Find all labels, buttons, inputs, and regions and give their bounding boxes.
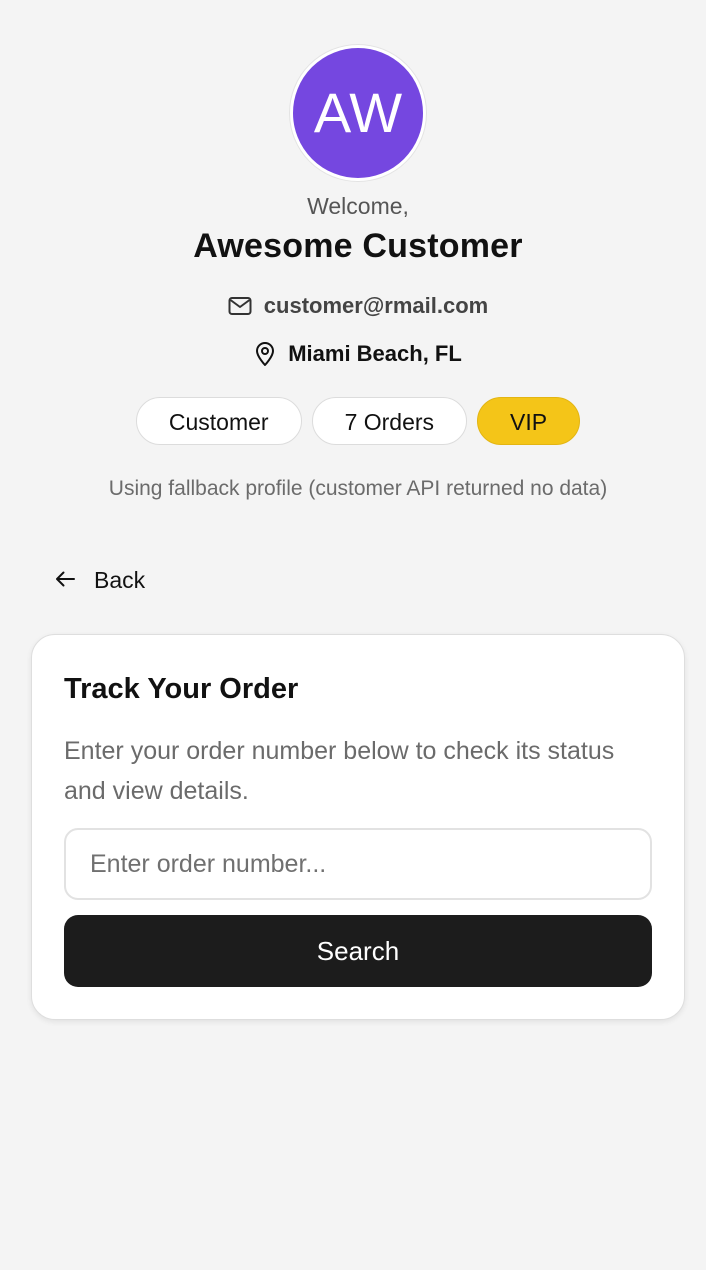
search-button[interactable]: Search <box>64 915 652 987</box>
vip-badge: VIP <box>477 397 581 445</box>
location-row: Miami Beach, FL <box>0 341 706 367</box>
track-order-card: Track Your Order Enter your order number… <box>31 634 685 1020</box>
back-button[interactable]: Back <box>54 567 145 594</box>
mail-icon <box>228 296 252 316</box>
track-order-description: Enter your order number below to check i… <box>64 737 615 805</box>
email-row: customer@rmail.com <box>0 293 706 319</box>
avatar: AW <box>290 45 426 181</box>
location-text: Miami Beach, FL <box>288 341 462 366</box>
fallback-profile-note: Using fallback profile (customer API ret… <box>108 477 608 500</box>
track-order-title: Track Your Order <box>64 673 299 705</box>
welcome-text: Welcome, <box>307 193 409 219</box>
order-number-input[interactable] <box>64 828 652 900</box>
customer-name: Awesome Customer <box>193 227 523 265</box>
map-pin-icon <box>254 341 276 367</box>
arrow-left-icon <box>54 567 76 594</box>
orders-count-badge: 7 Orders <box>311 397 468 445</box>
back-label: Back <box>94 567 146 593</box>
profile-badges: Customer 7 Orders VIP <box>0 397 706 445</box>
email-text: customer@rmail.com <box>263 293 489 318</box>
role-badge: Customer <box>135 397 302 445</box>
